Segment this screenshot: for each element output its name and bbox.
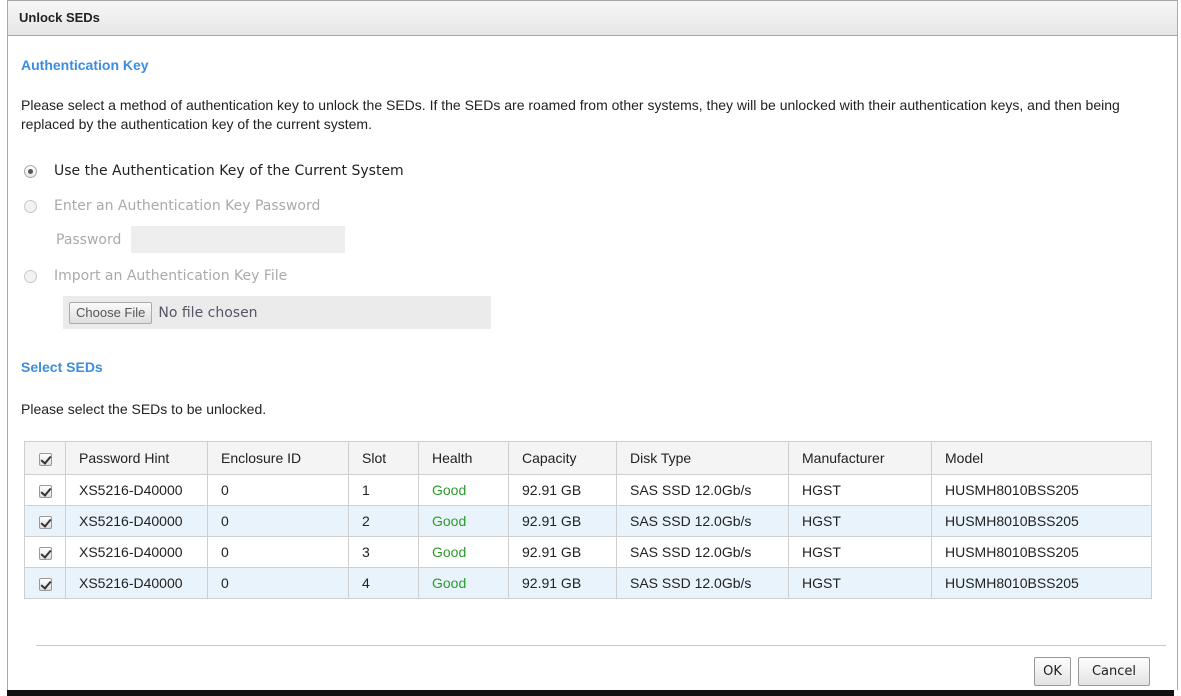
cell-manufacturer: HGST — [788, 505, 932, 537]
row-select-cell — [24, 474, 66, 506]
row-select-cell — [24, 567, 66, 599]
seds-section-title: Select SEDs — [21, 359, 103, 375]
row-checkbox[interactable] — [38, 546, 52, 560]
auth-section-title: Authentication Key — [21, 57, 149, 73]
col-slot[interactable]: Slot — [348, 441, 419, 475]
cell-capacity: 92.91 GB — [508, 505, 617, 537]
cell-capacity: 92.91 GB — [508, 474, 617, 506]
col-health[interactable]: Health — [418, 441, 509, 475]
cell-capacity: 92.91 GB — [508, 536, 617, 568]
table-row[interactable]: XS5216-D40000 0 2 Good 92.91 GB SAS SSD … — [24, 505, 1152, 537]
radio-current-key-label: Use the Authentication Key of the Curren… — [54, 163, 404, 179]
cell-password-hint: XS5216-D40000 — [65, 505, 208, 537]
cell-manufacturer: HGST — [788, 536, 932, 568]
password-label: Password — [56, 231, 122, 248]
cell-enclosure-id: 0 — [207, 567, 349, 599]
radio-option-enter-password[interactable]: Enter an Authentication Key Password — [24, 198, 320, 214]
cell-disk-type: SAS SSD 12.0Gb/s — [616, 474, 789, 506]
cell-model: HUSMH8010BSS205 — [931, 474, 1152, 506]
choose-file-button[interactable]: Choose File — [69, 301, 153, 324]
cell-enclosure-id: 0 — [207, 536, 349, 568]
table-row[interactable]: XS5216-D40000 0 1 Good 92.91 GB SAS SSD … — [24, 474, 1152, 506]
cell-health: Good — [418, 567, 509, 599]
radio-enter-password[interactable] — [24, 199, 37, 213]
unlock-seds-dialog: Unlock SEDs Authentication Key Please se… — [7, 0, 1178, 690]
row-select-cell — [24, 505, 66, 537]
cell-disk-type: SAS SSD 12.0Gb/s — [616, 536, 789, 568]
cell-password-hint: XS5216-D40000 — [65, 474, 208, 506]
radio-option-import-file[interactable]: Import an Authentication Key File — [24, 268, 287, 284]
col-password-hint[interactable]: Password Hint — [65, 441, 208, 475]
cell-manufacturer: HGST — [788, 567, 932, 599]
row-checkbox[interactable] — [38, 484, 52, 498]
seds-description: Please select the SEDs to be unlocked. — [21, 401, 267, 417]
table-header-row: Password Hint Enclosure ID Slot Health C… — [24, 441, 1152, 475]
password-row: Password — [56, 226, 346, 253]
footer-divider — [36, 645, 1166, 646]
select-all-checkbox[interactable] — [38, 452, 52, 466]
col-capacity[interactable]: Capacity — [508, 441, 617, 475]
select-all-cell — [24, 441, 66, 475]
cell-disk-type: SAS SSD 12.0Gb/s — [616, 505, 789, 537]
cell-password-hint: XS5216-D40000 — [65, 567, 208, 599]
cell-enclosure-id: 0 — [207, 505, 349, 537]
radio-import-file-label: Import an Authentication Key File — [54, 268, 288, 284]
radio-option-current-key[interactable]: Use the Authentication Key of the Curren… — [24, 163, 404, 179]
table-row[interactable]: XS5216-D40000 0 4 Good 92.91 GB SAS SSD … — [24, 567, 1152, 599]
row-checkbox[interactable] — [38, 577, 52, 591]
cell-enclosure-id: 0 — [207, 474, 349, 506]
seds-table: Password Hint Enclosure ID Slot Health C… — [24, 441, 1152, 599]
cell-slot: 3 — [348, 536, 419, 568]
cell-health: Good — [418, 474, 509, 506]
file-picker: Choose File No file chosen — [63, 296, 491, 329]
row-select-cell — [24, 536, 66, 568]
cell-slot: 2 — [348, 505, 419, 537]
col-disk-type[interactable]: Disk Type — [616, 441, 789, 475]
cell-model: HUSMH8010BSS205 — [931, 567, 1152, 599]
cell-model: HUSMH8010BSS205 — [931, 536, 1152, 568]
password-input[interactable] — [131, 226, 346, 253]
cell-health: Good — [418, 536, 509, 568]
col-manufacturer[interactable]: Manufacturer — [788, 441, 932, 475]
file-status: No file chosen — [158, 304, 258, 321]
cell-capacity: 92.91 GB — [508, 567, 617, 599]
cell-slot: 4 — [348, 567, 419, 599]
taskbar-edge — [7, 690, 1174, 696]
radio-enter-password-label: Enter an Authentication Key Password — [54, 198, 321, 214]
col-enclosure-id[interactable]: Enclosure ID — [207, 441, 349, 475]
col-model[interactable]: Model — [931, 441, 1152, 475]
radio-current-key[interactable] — [24, 164, 37, 178]
table-row[interactable]: XS5216-D40000 0 3 Good 92.91 GB SAS SSD … — [24, 536, 1152, 568]
dialog-title: Unlock SEDs — [8, 0, 1177, 36]
cell-slot: 1 — [348, 474, 419, 506]
cell-disk-type: SAS SSD 12.0Gb/s — [616, 567, 789, 599]
cell-health: Good — [418, 505, 509, 537]
row-checkbox[interactable] — [38, 515, 52, 529]
cancel-button[interactable]: Cancel — [1078, 657, 1150, 686]
radio-import-file[interactable] — [24, 269, 37, 283]
auth-description: Please select a method of authentication… — [21, 97, 1120, 132]
cell-password-hint: XS5216-D40000 — [65, 536, 208, 568]
ok-button[interactable]: OK — [1034, 657, 1071, 686]
cell-manufacturer: HGST — [788, 474, 932, 506]
cell-model: HUSMH8010BSS205 — [931, 505, 1152, 537]
